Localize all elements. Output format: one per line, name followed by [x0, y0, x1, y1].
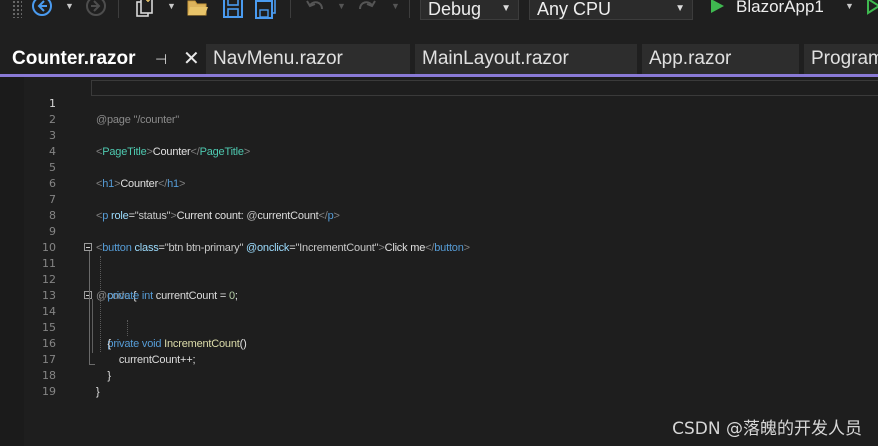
navigate-forward-icon[interactable] [85, 0, 107, 17]
start-debug-icon[interactable] [708, 0, 726, 15]
tab-label: Counter.razor [12, 48, 136, 69]
code-line[interactable]: 14 private void IncrementCount() [0, 288, 878, 350]
code-line[interactable]: 4 [0, 128, 878, 158]
undo-dropdown[interactable]: ▼ [337, 1, 346, 11]
toolbar-separator [290, 0, 291, 18]
undo-icon[interactable] [304, 0, 326, 18]
line-content[interactable]: } [96, 384, 100, 400]
platform-value: Any CPU [537, 0, 612, 19]
save-icon[interactable] [222, 0, 244, 19]
toolbar-separator [409, 0, 410, 18]
tab-mainlayout-razor[interactable]: MainLayout.razor [415, 44, 637, 74]
code-line[interactable]: 10 [0, 224, 878, 254]
collapse-region-icon[interactable] [84, 291, 92, 299]
back-history-dropdown[interactable]: ▼ [65, 1, 74, 11]
chevron-down-icon: ▼ [501, 3, 511, 14]
code-line[interactable]: 16 currentCount++; [0, 320, 878, 366]
tab-label: MainLayout.razor [422, 48, 569, 69]
toolbar-separator [118, 0, 119, 18]
code-line[interactable]: 13 [0, 272, 878, 302]
code-line[interactable]: 11 @code { [0, 240, 878, 302]
code-line[interactable]: 8 [0, 192, 878, 222]
close-icon[interactable]: ✕ [183, 44, 200, 74]
code-line[interactable]: 2 [0, 96, 878, 126]
tab-app-razor[interactable]: App.razor [642, 44, 799, 74]
open-folder-icon[interactable] [186, 0, 210, 19]
save-all-icon[interactable] [254, 0, 278, 19]
code-line[interactable]: 3 <PageTitle>Counter</PageTitle> [0, 112, 878, 158]
toolbar: ▼ ▼ ▼ ▼ Debug ▼ Any CPU ▼ BlazorApp1 ▼ [0, 0, 878, 22]
code-line[interactable]: 18 } [0, 352, 878, 398]
grip-icon[interactable] [12, 0, 22, 18]
code-line[interactable]: 17 } [0, 336, 878, 382]
collapse-region-icon[interactable] [84, 243, 92, 251]
document-tab-bar: Counter.razor ⊣ ✕ NavMenu.razor MainLayo… [0, 44, 878, 76]
tab-label: Program [811, 48, 878, 69]
pin-icon[interactable]: ⊣ [155, 44, 167, 74]
redo-dropdown[interactable]: ▼ [391, 1, 400, 11]
fold-region-line [92, 299, 93, 353]
redo-icon[interactable] [356, 0, 378, 18]
startup-project-dropdown[interactable]: ▼ [845, 1, 854, 11]
tab-label: NavMenu.razor [213, 48, 343, 69]
code-line[interactable]: 5 <h1>Counter</h1> [0, 144, 878, 190]
line-number: 19 [42, 385, 56, 398]
chevron-down-icon: ▼ [675, 3, 685, 14]
indent-guide [100, 256, 101, 352]
code-line[interactable]: 6 [0, 160, 878, 190]
tab-navmenu-razor[interactable]: NavMenu.razor [206, 44, 410, 74]
tab-counter-razor[interactable]: Counter.razor ⊣ ✕ [5, 44, 204, 74]
startup-project-label[interactable]: BlazorApp1 [736, 0, 824, 17]
code-line[interactable]: 7 <p role="status">Current count: @curre… [0, 176, 878, 222]
platform-dropdown[interactable]: Any CPU ▼ [529, 0, 693, 20]
fold-region-end [89, 364, 95, 365]
navigate-back-icon[interactable] [31, 0, 53, 17]
watermark: CSDN @落魄的开发人员 [672, 419, 862, 439]
fold-region-line [89, 251, 90, 364]
code-line[interactable]: 19 [0, 368, 878, 398]
tab-program[interactable]: Program [804, 44, 878, 74]
code-line[interactable]: 1 @page "/counter" [0, 80, 878, 126]
tab-label: App.razor [649, 48, 732, 69]
code-line[interactable]: 9 <button class="btn btn-primary" @oncli… [0, 208, 878, 254]
indent-guide [127, 320, 128, 336]
start-without-debug-icon[interactable] [866, 0, 878, 15]
new-project-icon[interactable] [134, 0, 156, 19]
configuration-dropdown[interactable]: Debug ▼ [420, 0, 519, 20]
new-item-dropdown[interactable]: ▼ [167, 1, 176, 11]
configuration-value: Debug [428, 0, 482, 19]
code-line[interactable]: 12 private int currentCount = 0; [0, 256, 878, 302]
code-line[interactable]: 15 { [0, 304, 878, 350]
